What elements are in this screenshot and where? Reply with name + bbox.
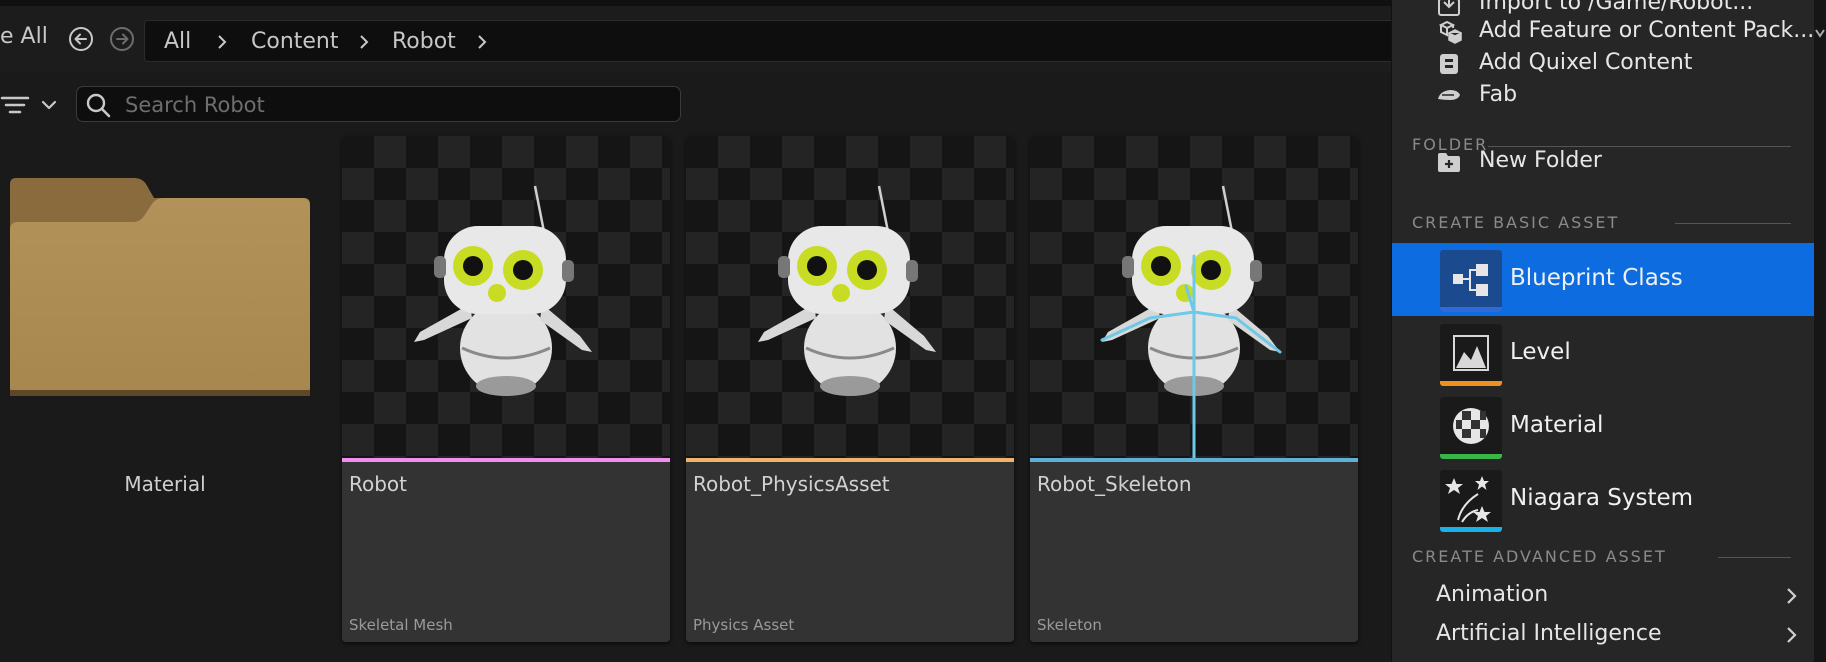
asset-name: Robot_PhysicsAsset [693,472,890,496]
menu-item-label: Import to /Game/Robot... [1479,0,1754,15]
menu-item-label: Level [1510,339,1571,365]
section-divider [1675,223,1791,224]
menu-item-label: Add Feature or Content Pack... [1479,18,1815,43]
breadcrumb: All Content Robot [144,20,1401,62]
menu-item-label: Fab [1479,82,1518,107]
robot-model [1102,185,1280,396]
asset-name: Robot_Skeleton [1037,472,1192,496]
chevron-right-icon[interactable] [356,34,372,50]
menu-item-add-quixel-content[interactable]: Add Quixel Content [1392,46,1815,82]
search-input[interactable] [123,90,667,120]
asset-name: Material [124,472,206,496]
asset-thumbnail [686,136,1014,458]
robot-thumbnail-image [414,185,592,396]
section-header-create-advanced-asset: CREATE ADVANCED ASSET [1412,547,1667,566]
asset-type-label: Physics Asset [693,616,795,634]
breadcrumb-item-content[interactable]: Content [251,29,339,54]
asset-thumbnail [342,136,670,458]
add-new-context-menu: Import to /Game/Robot... Add Feature or … [1391,0,1815,662]
robot-model [758,185,936,396]
search-box[interactable] [76,86,681,122]
quixel-icon [1440,54,1458,74]
menu-item-add-feature-pack[interactable]: Add Feature or Content Pack... [1392,14,1815,50]
back-arrow-icon[interactable] [67,25,95,53]
section-divider [1718,557,1791,558]
level-icon [1440,324,1502,386]
material-icon [1440,397,1502,459]
menu-item-new-folder[interactable]: New Folder [1392,144,1815,180]
asset-type-underline [1440,527,1502,532]
menu-item-label: Animation [1436,582,1549,607]
breadcrumb-item-all[interactable]: All [164,29,191,54]
asset-tile-robot-skeleton[interactable]: Robot_Skeleton Skeleton [1030,136,1358,642]
menu-item-level[interactable]: Level [1392,317,1815,390]
asset-type-color-bar [1030,458,1358,462]
content-browser-toolbar: e All All Content Robot [0,6,1401,72]
asset-type-underline [1440,307,1502,312]
menu-item-label: Blueprint Class [1510,265,1683,291]
menu-item-label: Add Quixel Content [1479,50,1693,75]
asset-tile-robot-physicsasset[interactable]: Robot_PhysicsAsset Physics Asset [686,136,1014,642]
breadcrumb-item-robot[interactable]: Robot [392,29,456,54]
robot-model [414,185,592,396]
menu-item-label: Artificial Intelligence [1436,621,1662,646]
folder-tile-material[interactable]: Material [10,136,320,646]
menu-item-fab[interactable]: Fab [1392,78,1815,114]
forward-arrow-icon[interactable] [108,25,136,53]
chevron-down-icon [1815,29,1825,38]
section-header-create-basic-asset: CREATE BASIC ASSET [1412,213,1620,232]
niagara-icon [1440,470,1502,532]
chevron-right-icon[interactable] [214,34,230,50]
feature-pack-icon [1438,20,1462,44]
chevron-right-icon [1787,588,1797,604]
menu-item-label: New Folder [1479,148,1602,173]
asset-type-color-bar [342,458,670,462]
menu-item-blueprint-class[interactable]: Blueprint Class [1392,243,1815,316]
menu-item-label: Niagara System [1510,485,1694,511]
menu-item-animation[interactable]: Animation [1392,577,1815,615]
asset-thumbnail [1030,136,1358,458]
chevron-right-icon[interactable] [474,34,490,50]
asset-tile-robot[interactable]: Robot Skeletal Mesh [342,136,670,642]
new-folder-icon [1438,153,1460,172]
robot-thumbnail-image [1100,185,1282,458]
asset-type-label: Skeleton [1037,616,1102,634]
asset-type-underline [1440,381,1502,386]
asset-name: Robot [349,472,408,496]
fab-icon [1438,90,1460,100]
chevron-right-icon [1787,627,1797,643]
asset-type-color-bar [686,458,1014,462]
folder-icon [10,178,310,396]
menu-item-material[interactable]: Material [1392,390,1815,463]
search-icon [86,93,111,118]
filter-icon[interactable] [0,90,62,120]
menu-item-label: Material [1510,412,1604,438]
robot-thumbnail-image [758,185,936,396]
asset-type-label: Skeletal Mesh [349,616,453,634]
menu-item-niagara-system[interactable]: Niagara System [1392,463,1815,536]
blueprint-icon [1440,250,1502,312]
asset-type-underline [1440,454,1502,459]
save-all-button[interactable]: e All [0,24,48,49]
scrollbar[interactable] [1814,0,1826,662]
menu-item-artificial-intelligence[interactable]: Artificial Intelligence [1392,616,1815,654]
